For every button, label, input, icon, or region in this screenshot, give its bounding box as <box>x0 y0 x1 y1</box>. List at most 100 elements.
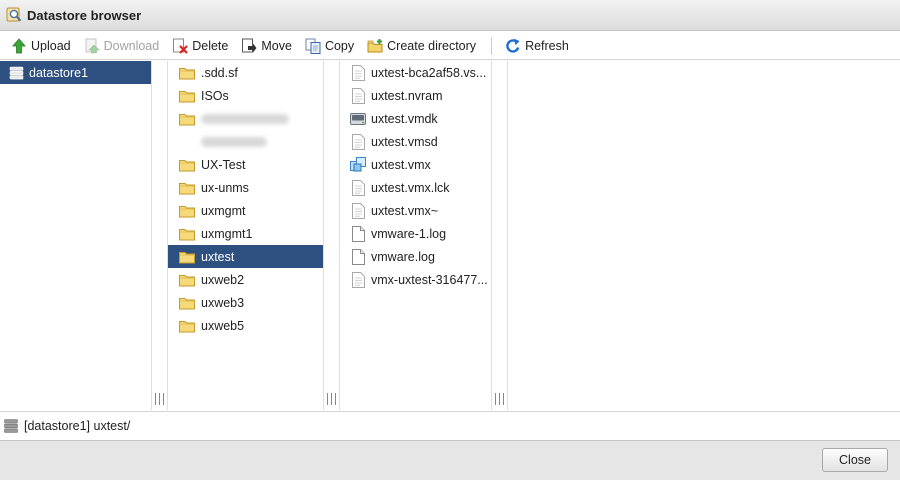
vm-icon <box>350 156 366 173</box>
pane-resize-handle[interactable] <box>152 61 168 410</box>
title-bar: Datastore browser <box>0 0 900 31</box>
toolbar-separator <box>491 36 493 55</box>
directory-item[interactable]: UX-Test <box>168 153 323 176</box>
directory-label: uxweb3 <box>201 295 245 310</box>
pane-resize-handle[interactable] <box>492 61 508 410</box>
text-file-icon <box>350 64 366 81</box>
directory-label: uxmgmt1 <box>201 226 253 241</box>
path-bar: [datastore1] uxtest/ <box>0 411 900 440</box>
text-file-icon <box>350 179 366 196</box>
folder-icon <box>179 157 195 173</box>
redacted-label <box>201 136 267 147</box>
file-item[interactable]: vmware-1.log <box>340 222 491 245</box>
directory-item[interactable]: uxweb2 <box>168 268 323 291</box>
text-file-icon <box>350 87 366 104</box>
folder-icon <box>179 203 195 219</box>
move-button[interactable]: Move <box>238 35 295 57</box>
empty-pane <box>508 61 900 410</box>
upload-label: Upload <box>31 38 71 53</box>
dialog-footer: Close <box>0 440 900 480</box>
datastore-item[interactable]: datastore1 <box>0 61 151 84</box>
move-label: Move <box>261 38 292 53</box>
file-item[interactable]: uxtest.vmsd <box>340 130 491 153</box>
folder-icon <box>179 180 195 196</box>
file-label: uxtest.vmx.lck <box>371 180 450 195</box>
directory-label: UX-Test <box>201 157 246 172</box>
datastore-path-icon <box>4 419 18 433</box>
directory-label: uxweb2 <box>201 272 245 287</box>
current-path: [datastore1] uxtest/ <box>24 419 131 433</box>
folder-icon <box>179 88 195 104</box>
file-item[interactable]: uxtest.vmx~ <box>340 199 491 222</box>
directory-item[interactable]: ISOs <box>168 84 323 107</box>
download-label: Download <box>103 38 160 53</box>
disk-icon <box>350 111 366 127</box>
file-item[interactable]: uxtest-bca2af58.vs... <box>340 61 491 84</box>
file-item[interactable]: uxtest.nvram <box>340 84 491 107</box>
file-label: uxtest.vmx~ <box>371 203 439 218</box>
download-button[interactable]: Download <box>81 35 163 57</box>
upload-button[interactable]: Upload <box>8 35 74 57</box>
directory-item[interactable]: uxweb3 <box>168 291 323 314</box>
directory-label: uxweb5 <box>201 318 245 333</box>
delete-label: Delete <box>192 38 229 53</box>
datastore-pane: datastore1 <box>0 61 152 410</box>
datastore-label: datastore1 <box>29 65 89 80</box>
directory-item[interactable]: uxweb5 <box>168 314 323 337</box>
folder-icon <box>179 65 195 81</box>
folder-icon <box>179 295 195 311</box>
refresh-label: Refresh <box>525 38 569 53</box>
delete-button[interactable]: Delete <box>169 35 231 57</box>
folder-icon <box>179 111 195 127</box>
file-item[interactable]: vmx-uxtest-316477... <box>340 268 491 291</box>
text-file-icon <box>350 202 366 219</box>
directory-label: uxtest <box>201 249 235 264</box>
file-pane: uxtest-bca2af58.vs... uxtest.nvram uxtes… <box>340 61 492 410</box>
move-icon <box>241 38 257 54</box>
copy-label: Copy <box>324 38 355 53</box>
datastore-icon <box>8 65 24 81</box>
file-label: vmware.log <box>371 249 435 264</box>
file-item[interactable]: uxtest.vmx.lck <box>340 176 491 199</box>
directory-label: uxmgmt <box>201 203 246 218</box>
folder-icon <box>179 226 195 242</box>
file-label: uxtest.vmx <box>371 157 431 172</box>
close-button[interactable]: Close <box>822 448 888 472</box>
refresh-button[interactable]: Refresh <box>502 35 572 57</box>
toolbar: Upload Download Delete Move Copy Create … <box>0 32 900 60</box>
create-directory-label: Create directory <box>387 38 477 53</box>
document-icon <box>350 248 366 265</box>
refresh-icon <box>505 38 521 54</box>
directory-item[interactable] <box>168 130 323 153</box>
create-directory-button[interactable]: Create directory <box>364 35 479 57</box>
file-label: uxtest.nvram <box>371 88 443 103</box>
directory-item[interactable]: uxmgmt <box>168 199 323 222</box>
directory-item[interactable]: ux-unms <box>168 176 323 199</box>
datastore-browser-icon <box>6 7 22 23</box>
text-file-icon <box>350 133 366 150</box>
file-label: uxtest.vmsd <box>371 134 438 149</box>
new-folder-icon <box>367 38 383 54</box>
directory-item[interactable]: uxtest <box>168 245 323 268</box>
copy-button[interactable]: Copy <box>302 35 357 57</box>
directory-item[interactable]: .sdd.sf <box>168 61 323 84</box>
copy-icon <box>305 38 321 54</box>
file-item[interactable]: vmware.log <box>340 245 491 268</box>
directory-label: .sdd.sf <box>201 65 238 80</box>
window-title: Datastore browser <box>27 7 142 23</box>
pane-resize-handle[interactable] <box>324 61 340 410</box>
browser-panes: datastore1 .sdd.sf ISOs UX-Test ux-unms … <box>0 61 900 410</box>
directory-item[interactable] <box>168 107 323 130</box>
file-label: uxtest.vmdk <box>371 111 438 126</box>
upload-arrow-icon <box>11 37 27 54</box>
folder-icon <box>179 249 195 265</box>
file-item[interactable]: uxtest.vmdk <box>340 107 491 130</box>
redacted-label <box>201 113 289 124</box>
download-icon <box>84 38 100 54</box>
directory-label: ISOs <box>201 88 229 103</box>
directory-item[interactable]: uxmgmt1 <box>168 222 323 245</box>
file-item[interactable]: uxtest.vmx <box>340 153 491 176</box>
directory-label: ux-unms <box>201 180 249 195</box>
document-icon <box>350 225 366 242</box>
folder-icon <box>179 272 195 288</box>
